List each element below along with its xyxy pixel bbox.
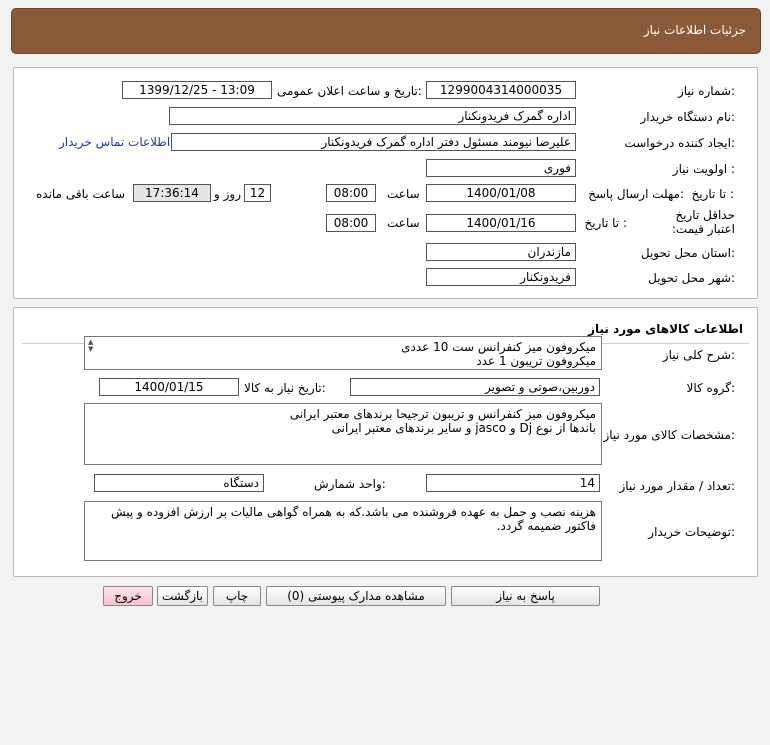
validity-to-date-label: تا تاریخ : [584, 216, 627, 230]
deadline-label: مهلت ارسال پاسخ: [588, 187, 684, 201]
spec-textarea[interactable]: میکروفون میز کنفرانس و تریبون ترجیحا برن… [84, 403, 602, 465]
view-attachments-button[interactable]: مشاهده مدارک پیوستی (0) [266, 586, 446, 606]
province-label: استان محل تحویل: [640, 246, 735, 260]
unit-field: دستگاه [94, 474, 264, 492]
priority-field: فوری [426, 159, 576, 177]
need-number-field: 1299004314000035 [426, 81, 576, 99]
unit-label: واحد شمارش: [314, 477, 386, 491]
need-date-field: 1400/01/15 [99, 378, 239, 396]
quantity-label: تعداد / مقدار مورد نیاز: [619, 479, 735, 493]
remaining-label: ساعت باقی مانده [36, 187, 126, 201]
deadline-time-label: ساعت [387, 187, 420, 201]
quantity-field: 14 [426, 474, 600, 492]
description-line-2: میکروفون تریبون 1 عدد [476, 354, 596, 368]
requester-field: علیرضا نیومند مسئول دفتر اداره گمرک فرید… [171, 133, 576, 151]
description-label: شرح کلی نیاز: [662, 348, 735, 362]
description-textarea[interactable]: میکروفون میز کنفرانس ست 10 عددی میکروفون… [84, 336, 602, 370]
need-info-panel: شماره نیاز: 1299004314000035 تاریخ و ساع… [13, 67, 758, 299]
buyer-org-field: اداره گمرک فریدونکنار [169, 107, 576, 125]
validity-label: حداقل تاریخ اعتبار قیمت: [671, 208, 735, 236]
city-field: فریدونکنار [426, 268, 576, 286]
page-title: جزئیات اطلاعات نیاز [643, 23, 746, 37]
buyer-notes-textarea[interactable]: هزینه نصب و حمل به عهده فروشنده می باشد.… [84, 501, 602, 561]
announce-label: تاریخ و ساعت اعلان عمومی: [277, 84, 422, 98]
deadline-to-date-label: تا تاریخ : [691, 187, 734, 201]
scroll-arrows-icon[interactable]: ▲ ▼ [88, 339, 93, 353]
deadline-date-field: 1400/01/08 [426, 184, 576, 202]
validity-date-field: 1400/01/16 [426, 214, 576, 232]
city-label: شهر محل تحویل: [648, 271, 735, 285]
exit-button[interactable]: خروج [103, 586, 153, 606]
days-label: روز و [214, 187, 241, 201]
province-field: مازندران [426, 243, 576, 261]
goods-panel: اطلاعات کالاهای مورد نیاز شرح کلی نیاز: … [13, 307, 758, 577]
announce-datetime-field: 1399/12/25 - 13:09 [122, 81, 272, 99]
need-date-label: تاریخ نیاز به کالا: [244, 381, 326, 395]
validity-time-field: 08:00 [326, 214, 376, 232]
back-button[interactable]: بازگشت [157, 586, 208, 606]
goods-section-title: اطلاعات کالاهای مورد نیاز [588, 322, 743, 336]
spec-line-1: میکروفون میز کنفرانس و تریبون ترجیحا برن… [289, 407, 596, 421]
remaining-days-field: 12 [244, 184, 271, 202]
page-header: جزئیات اطلاعات نیاز [11, 8, 761, 54]
requester-label: ایجاد کننده درخواست: [624, 136, 735, 150]
spec-label: مشخصات کالای مورد نیاز: [603, 428, 735, 442]
goods-group-label: گروه کالا: [686, 381, 736, 395]
buyer-contact-link[interactable]: اطلاعات تماس خریدار [59, 135, 170, 149]
deadline-time-field: 08:00 [326, 184, 376, 202]
description-line-1: میکروفون میز کنفرانس ست 10 عددی [401, 340, 596, 354]
validity-time-label: ساعت [387, 216, 420, 230]
need-number-label: شماره نیاز: [677, 84, 735, 98]
print-button[interactable]: چاپ [213, 586, 261, 606]
reply-button[interactable]: پاسخ به نیاز [451, 586, 600, 606]
spec-line-2: باندها از نوع Dj و jasco و سایر برندهای … [331, 421, 596, 435]
goods-group-field: دوربین،صوتی و تصویر [350, 378, 600, 396]
buyer-org-label: نام دستگاه خریدار: [640, 110, 736, 124]
priority-label: اولویت نیاز : [672, 162, 735, 176]
remaining-time-field: 17:36:14 [133, 184, 211, 202]
buyer-notes-label: توضیحات خریدار: [648, 525, 735, 539]
